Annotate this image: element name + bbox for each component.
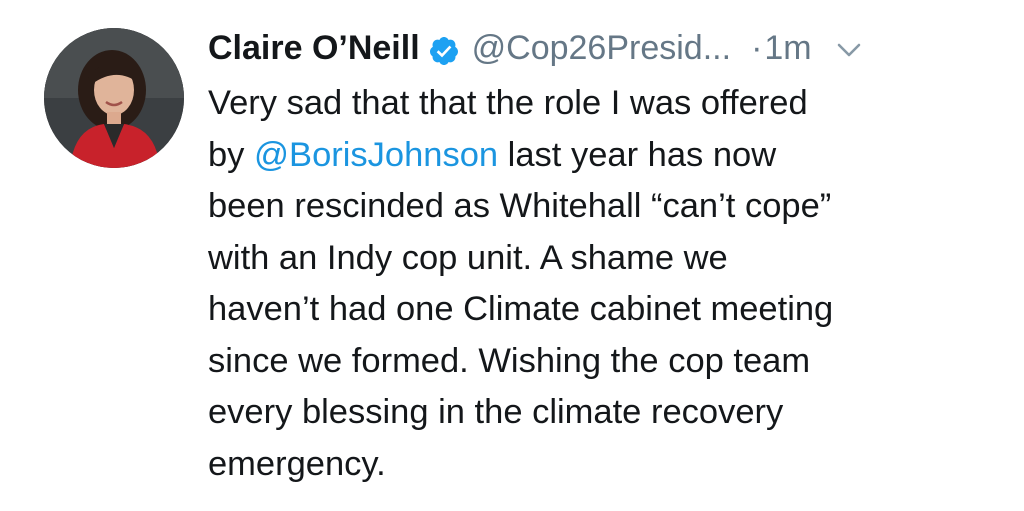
text-fragment: last year has now	[498, 135, 777, 174]
text-fragment: by	[208, 135, 255, 174]
timestamp[interactable]: 1m	[764, 24, 811, 72]
tweet-text: Very sad that that the role I was offere…	[208, 78, 998, 490]
tweet-line: every blessing in the climate recovery	[208, 393, 784, 431]
tweet-line: been rescinded as Whitehall “can’t cope”	[208, 187, 832, 225]
tweet-line: Very sad that that the role I was offere…	[208, 84, 808, 122]
display-name[interactable]: Claire O’Neill	[208, 24, 420, 72]
tweet-line: emergency.	[208, 444, 386, 483]
user-handle[interactable]: @Cop26Presid...	[472, 24, 731, 72]
separator-dot: ·	[751, 29, 763, 67]
tweet-line: since we formed. Wishing the cop team	[208, 341, 811, 380]
tweet: Claire O’Neill @Cop26Presid... · 1m Very…	[0, 0, 1024, 511]
chevron-down-icon[interactable]	[834, 30, 864, 60]
tweet-line: by @BorisJohnson last year has now	[208, 130, 998, 182]
tweet-header: Claire O’Neill @Cop26Presid... · 1m	[208, 24, 864, 72]
verified-badge-icon	[428, 32, 460, 65]
tweet-line: with an Indy cop unit. A shame we	[208, 238, 728, 277]
avatar[interactable]	[44, 28, 184, 168]
profile-photo	[44, 28, 184, 168]
mention-link[interactable]: @BorisJohnson	[254, 136, 498, 174]
tweet-line: haven’t had one Climate cabinet meeting	[208, 290, 834, 328]
